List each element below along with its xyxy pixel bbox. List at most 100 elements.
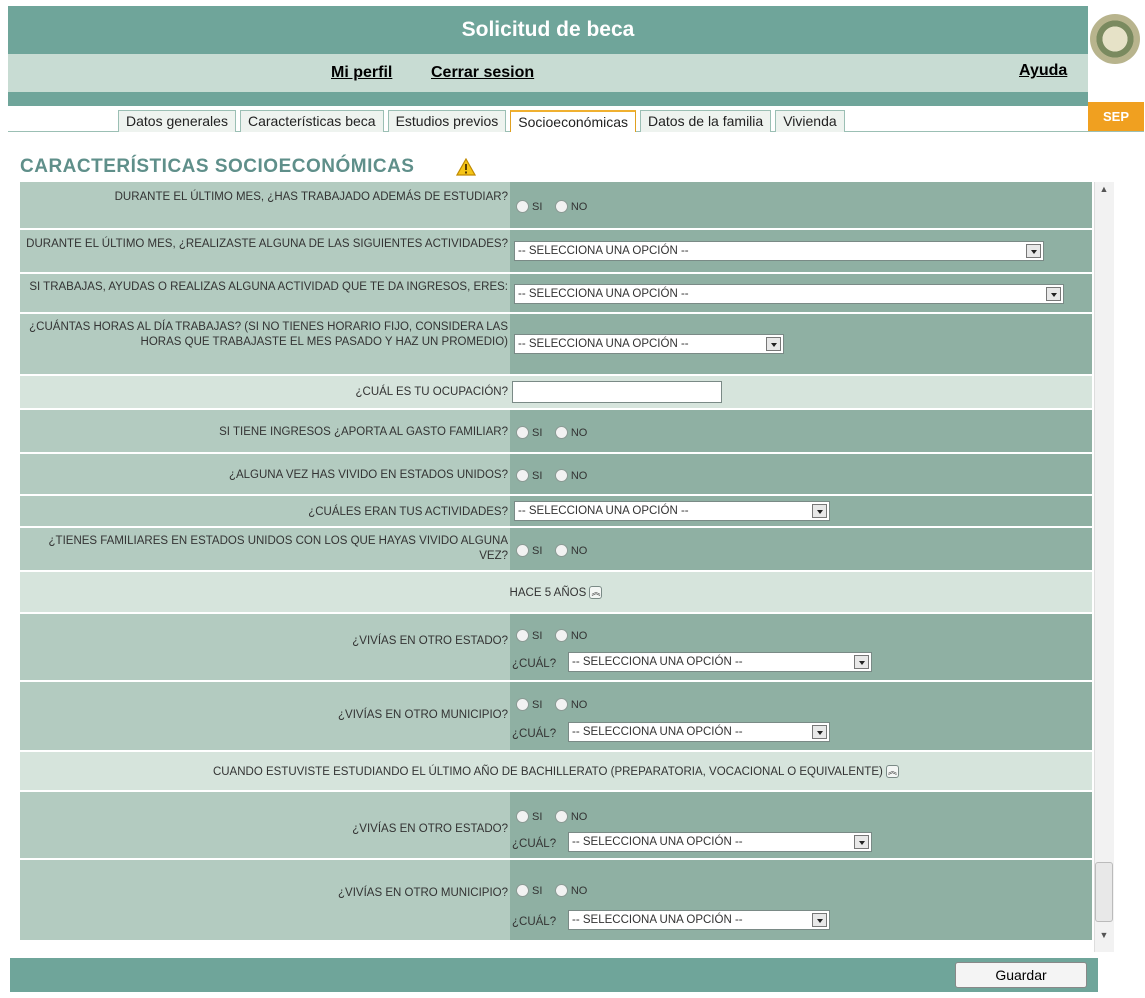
tab-datos-generales[interactable]: Datos generales [118, 110, 236, 132]
radio-no[interactable] [554, 426, 568, 440]
answer-cell: SI NO [510, 454, 1092, 494]
activities-select[interactable]: -- SELECCIONA UNA OPCIÓN -- [514, 241, 1044, 261]
question-label: ¿ALGUNA VEZ HAS VIVIDO EN ESTADOS UNIDOS… [228, 469, 508, 481]
question-row-activities: DURANTE EL ÚLTIMO MES, ¿REALIZASTE ALGUN… [20, 230, 1092, 274]
radio-yes[interactable] [516, 544, 529, 558]
help-link[interactable]: Ayuda [1019, 62, 1067, 80]
collapse-icon[interactable]: ︽ [886, 765, 900, 779]
radio-no[interactable] [554, 810, 568, 824]
question-row-income-role: SI TRABAJAS, AYUDAS O REALIZAS ALGUNA AC… [20, 274, 1092, 314]
section-title: CARACTERÍSTICAS SOCIOECONÓMICAS [20, 156, 415, 177]
chevron-down-icon [1046, 287, 1061, 301]
hours-select[interactable]: -- SELECCIONA UNA OPCIÓN -- [514, 334, 784, 354]
answer-cell: SI NO ¿CUÁL? -- SELECCIONA UNA OPCIÓN -- [510, 792, 1092, 858]
radio-no-label: NO [570, 426, 588, 439]
header-bottom-bar [8, 92, 1088, 106]
answer-cell: SI NO [510, 182, 1092, 228]
question-row-us-activities: ¿CUÁLES ERAN TUS ACTIVIDADES? -- SELECCI… [20, 496, 1092, 528]
answer-cell: SI NO ¿CUÁL? -- SELECCIONA UNA OPCIÓN -- [510, 682, 1092, 750]
other-municipality-select[interactable]: -- SELECCIONA UNA OPCIÓN -- [568, 910, 830, 930]
other-state-select[interactable]: -- SELECCIONA UNA OPCIÓN -- [568, 832, 872, 852]
radio-yes-label: SI [532, 544, 543, 557]
radio-yes[interactable] [516, 200, 529, 214]
select-value: -- SELECCIONA UNA OPCIÓN -- [518, 245, 689, 257]
radio-no[interactable] [554, 884, 568, 898]
radio-yes[interactable] [516, 810, 529, 824]
chevron-down-icon [766, 337, 781, 351]
question-row-us-family: ¿TIENES FAMILIARES EN ESTADOS UNIDOS CON… [20, 528, 1092, 572]
select-value: -- SELECCIONA UNA OPCIÓN -- [572, 726, 743, 738]
select-value: -- SELECCIONA UNA OPCIÓN -- [572, 656, 743, 668]
other-municipality-select[interactable]: -- SELECCIONA UNA OPCIÓN -- [568, 722, 830, 742]
scroll-up-icon[interactable]: ▲ [1094, 184, 1114, 204]
my-profile-link[interactable]: Mi perfil [331, 64, 392, 82]
radio-yes-label: SI [532, 884, 543, 897]
radio-yes[interactable] [516, 698, 529, 712]
radio-yes-label: SI [532, 426, 543, 439]
sep-logo: SEP [1088, 102, 1144, 132]
answer-cell: -- SELECCIONA UNA OPCIÓN -- [510, 230, 1092, 272]
page-title: Solicitud de beca [461, 18, 635, 41]
us-activities-select[interactable]: -- SELECCIONA UNA OPCIÓN -- [514, 501, 830, 521]
select-value: -- SELECCIONA UNA OPCIÓN -- [518, 288, 689, 300]
other-state-select[interactable]: -- SELECCIONA UNA OPCIÓN -- [568, 652, 872, 672]
warning-icon [456, 158, 476, 176]
radio-yes-label: SI [532, 629, 543, 642]
radio-no-label: NO [570, 544, 588, 557]
question-row-occupation: ¿CUÁL ES TU OCUPACIÓN? [20, 376, 1092, 410]
question-label: ¿CUÁNTAS HORAS AL DÍA TRABAJAS? (SI NO T… [29, 321, 508, 348]
chevron-down-icon [812, 725, 827, 739]
radio-yes-label: SI [532, 810, 543, 823]
answer-cell: SI NO ¿CUÁL? -- SELECCIONA UNA OPCIÓN -- [510, 860, 1092, 940]
tab-vivienda[interactable]: Vivienda [775, 110, 845, 132]
radio-no[interactable] [554, 200, 568, 214]
tab-caracteristicas-beca[interactable]: Características beca [239, 110, 384, 132]
header-nav: Mi perfil Cerrar sesion Ayuda [8, 54, 1088, 92]
subsection-five-years: HACE 5 AÑOS ︽ [20, 572, 1092, 614]
radio-no[interactable] [554, 469, 568, 483]
radio-no[interactable] [554, 698, 568, 712]
collapse-icon[interactable]: ︽ [589, 586, 603, 600]
radio-yes[interactable] [516, 426, 529, 440]
footer-bar [10, 958, 1098, 992]
question-label: ¿VIVÍAS EN OTRO ESTADO? [352, 823, 508, 835]
question-row-hours: ¿CUÁNTAS HORAS AL DÍA TRABAJAS? (SI NO T… [20, 314, 1092, 376]
answer-cell: SI NO ¿CUÁL? -- SELECCIONA UNA OPCIÓN -- [510, 614, 1092, 680]
chevron-down-icon [854, 835, 869, 849]
radio-no[interactable] [554, 629, 568, 643]
radio-yes[interactable] [516, 629, 529, 643]
answer-cell: -- SELECCIONA UNA OPCIÓN -- [510, 274, 1092, 312]
answer-cell [510, 376, 1092, 408]
which-label: ¿CUÁL? [512, 916, 557, 928]
radio-yes[interactable] [516, 469, 529, 483]
national-seal-logo [1090, 14, 1140, 64]
tab-estudios-previos[interactable]: Estudios previos [387, 110, 507, 132]
tab-socioeconomicas[interactable]: Socioeconómicas [510, 110, 637, 132]
question-label: ¿VIVÍAS EN OTRO ESTADO? [352, 635, 508, 647]
save-button[interactable]: Guardar [955, 962, 1087, 988]
question-label: ¿CUÁLES ERAN TUS ACTIVIDADES? [308, 506, 508, 518]
which-label: ¿CUÁL? [512, 838, 557, 850]
scrollbar-thumb[interactable] [1095, 862, 1113, 922]
scrollbar-track[interactable] [1094, 182, 1114, 952]
chevron-down-icon [812, 504, 827, 518]
occupation-input[interactable] [512, 381, 722, 403]
scroll-down-icon[interactable]: ▼ [1094, 930, 1114, 950]
question-label: DURANTE EL ÚLTIMO MES, ¿HAS TRABAJADO AD… [114, 191, 508, 203]
income-role-select[interactable]: -- SELECCIONA UNA OPCIÓN -- [514, 284, 1064, 304]
answer-cell: SI NO [510, 528, 1092, 570]
radio-no-label: NO [570, 884, 588, 897]
radio-yes[interactable] [516, 884, 529, 898]
radio-no-label: NO [570, 629, 588, 642]
question-row-worked: DURANTE EL ÚLTIMO MES, ¿HAS TRABAJADO AD… [20, 182, 1092, 230]
select-value: -- SELECCIONA UNA OPCIÓN -- [518, 338, 689, 350]
question-row-contributes: SI TIENE INGRESOS ¿APORTA AL GASTO FAMIL… [20, 410, 1092, 454]
subsection-title: HACE 5 AÑOS [509, 587, 587, 599]
radio-no[interactable] [554, 544, 568, 558]
question-label: ¿TIENES FAMILIARES EN ESTADOS UNIDOS CON… [48, 535, 508, 562]
logout-link[interactable]: Cerrar sesion [431, 64, 534, 82]
tab-bar: Datos generales Características beca Est… [118, 110, 845, 132]
select-value: -- SELECCIONA UNA OPCIÓN -- [572, 836, 743, 848]
tab-datos-familia[interactable]: Datos de la familia [640, 110, 772, 132]
radio-yes-label: SI [532, 469, 543, 482]
